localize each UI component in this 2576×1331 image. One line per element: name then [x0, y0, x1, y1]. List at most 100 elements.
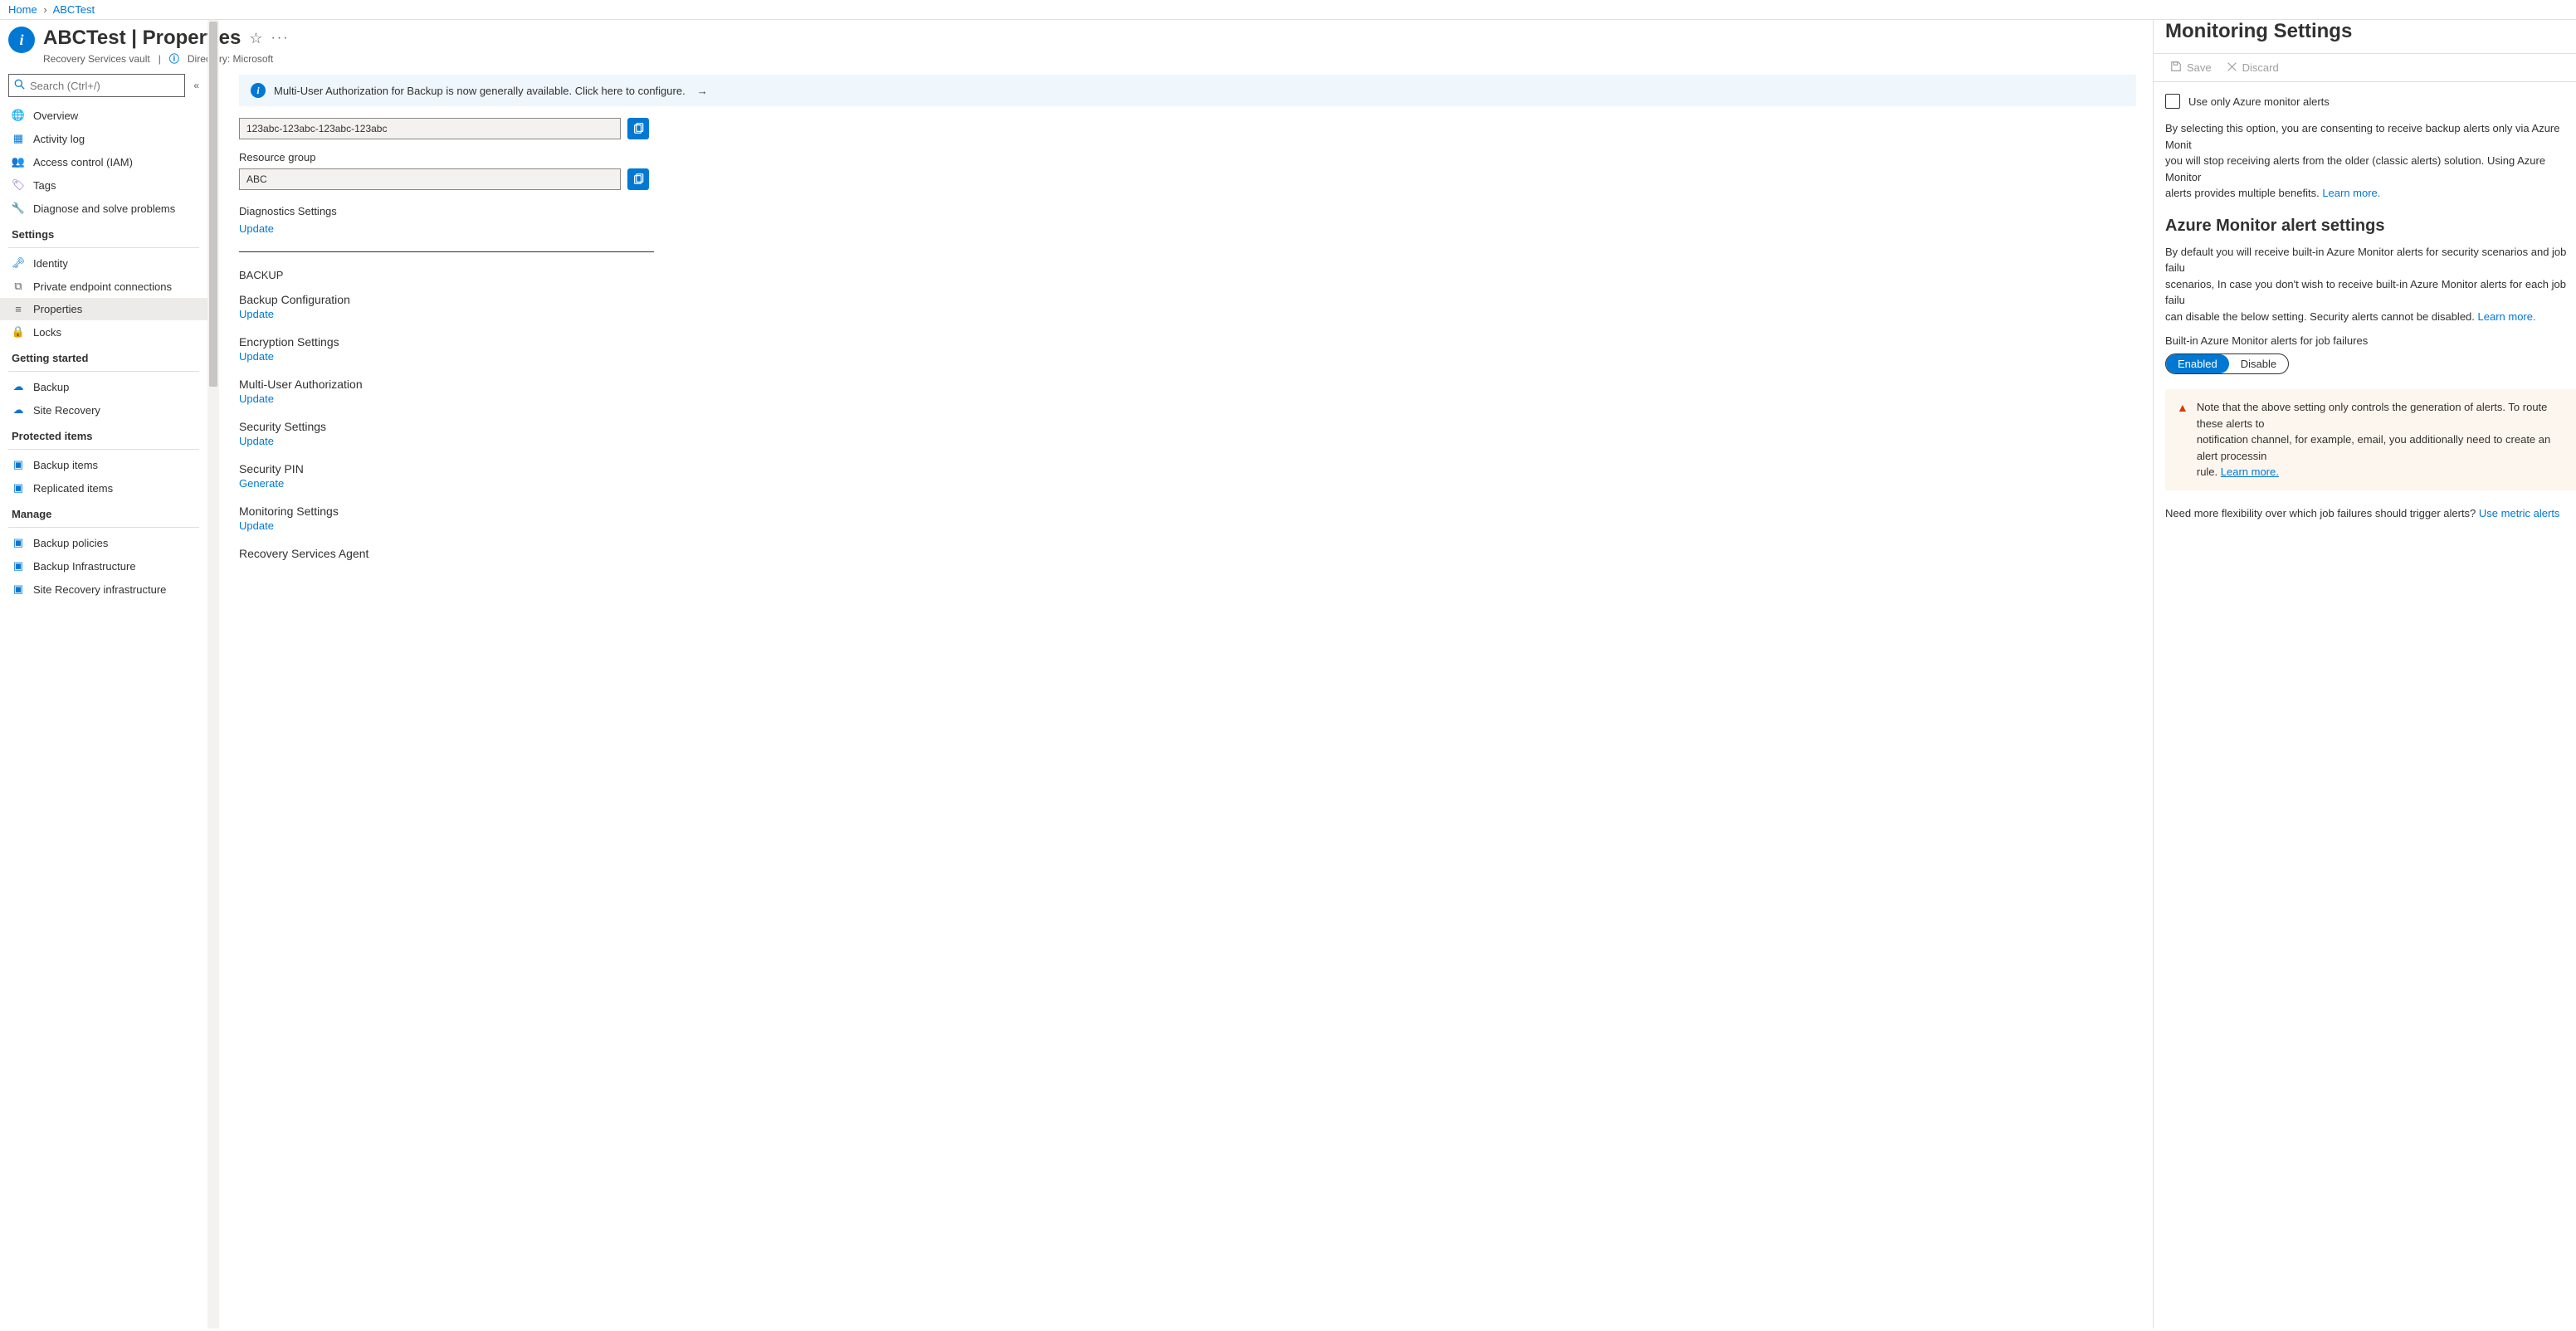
sidebar-item-site-recovery-infrastructure[interactable]: ▣ Site Recovery infrastructure	[0, 578, 207, 601]
save-label: Save	[2187, 61, 2212, 74]
grid-icon: ▣	[12, 559, 25, 573]
endpoint-icon: ⧉	[12, 280, 25, 293]
property-action-link[interactable]: Update	[239, 435, 274, 447]
property-action-link[interactable]: Generate	[239, 477, 284, 490]
checkbox-label: Use only Azure monitor alerts	[2188, 95, 2330, 108]
divider: |	[159, 53, 161, 65]
toggle-disable[interactable]: Disable	[2229, 354, 2288, 373]
use-only-azure-monitor-checkbox[interactable]	[2165, 94, 2180, 109]
property-block-multi-user-authorization: Multi-User AuthorizationUpdate	[239, 378, 2136, 405]
property-block-security-settings: Security Settings Update	[239, 420, 2136, 447]
property-label: Encryption Settings	[239, 335, 2136, 349]
learn-more-link-3[interactable]: Learn more.	[2221, 466, 2279, 478]
sidebar-item-activity-log[interactable]: ▦Activity log	[0, 127, 207, 150]
search-field[interactable]	[30, 80, 179, 92]
sidebar-item-backup-infrastructure[interactable]: ▣ Backup Infrastructure	[0, 554, 207, 578]
collapse-sidebar-icon[interactable]: «	[193, 80, 199, 91]
resource-group-label: Resource group	[239, 151, 2136, 163]
breadcrumb-current[interactable]: ABCTest	[53, 3, 95, 16]
flexibility-text: Need more flexibility over which job fai…	[2165, 505, 2576, 522]
property-action-link[interactable]: Update	[239, 392, 274, 405]
learn-more-link-2[interactable]: Learn more.	[2478, 310, 2536, 323]
divider	[8, 371, 199, 372]
sidebar-item-label: Site Recovery infrastructure	[33, 583, 166, 596]
sidebar-item-locks[interactable]: 🔒Locks	[0, 320, 207, 344]
sidebar-item-replicated-items[interactable]: ▣ Replicated items	[0, 476, 207, 500]
cloud-icon: ☁	[12, 403, 25, 417]
globe-icon: 🌐	[12, 109, 25, 122]
monitoring-settings-panel: Monitoring Settings Save Discard Use onl…	[2153, 20, 2576, 1329]
resource-id-field[interactable]: 123abc-123abc-123abc-123abc	[239, 118, 621, 139]
sidebar-item-backup-items[interactable]: ▣Backup items	[0, 453, 207, 476]
sidebar-item-tags[interactable]: 🏷 Tags	[0, 173, 207, 197]
grid-icon: ▣	[12, 458, 25, 471]
chevron-right-icon: ›	[43, 3, 46, 16]
backup-section-title: BACKUP	[239, 269, 2136, 281]
panel-description: By selecting this option, you are consen…	[2165, 120, 2576, 202]
props-icon: ≡	[12, 303, 25, 315]
sidebar-item-backup-policies[interactable]: ▣ Backup policies	[0, 531, 207, 554]
breadcrumb-home[interactable]: Home	[8, 3, 37, 16]
toggle-enabled[interactable]: Enabled	[2166, 354, 2229, 373]
sidebar-item-label: Private endpoint connections	[33, 280, 172, 293]
diagnostics-update-link[interactable]: Update	[239, 222, 274, 235]
property-block-recovery-services-agent: Recovery Services Agent	[239, 547, 2136, 560]
azure-monitor-description: By default you will receive built-in Azu…	[2165, 244, 2576, 325]
sidebar-item-label: Access control (IAM)	[33, 156, 133, 168]
property-label: Backup Configuration	[239, 293, 2136, 306]
info-icon[interactable]: ⓘ	[169, 51, 179, 66]
job-failures-toggle[interactable]: Enabled Disable	[2165, 353, 2289, 374]
sidebar-item-label: Replicated items	[33, 482, 113, 495]
learn-more-link[interactable]: Learn more.	[2322, 187, 2380, 199]
warning-icon: ▲	[2177, 399, 2188, 480]
copy-id-button[interactable]	[627, 118, 649, 139]
sidebar-group-settings: Settings	[0, 220, 207, 244]
property-block-monitoring-settings: Monitoring SettingsUpdate	[239, 505, 2136, 532]
search-input[interactable]	[8, 74, 185, 97]
lock-icon: 🔒	[12, 325, 25, 339]
sidebar-item-access-control-iam-[interactable]: 👥Access control (IAM)	[0, 150, 207, 173]
job-failures-toggle-label: Built-in Azure Monitor alerts for job fa…	[2165, 334, 2576, 347]
sidebar-item-identity[interactable]: 🗝Identity	[0, 251, 207, 275]
sidebar-item-label: Backup Infrastructure	[33, 560, 136, 573]
sidebar-item-label: Properties	[33, 303, 82, 315]
discard-button[interactable]: Discard	[2227, 61, 2279, 75]
sidebar-group-getting-started: Getting started	[0, 344, 207, 368]
sidebar: 🌐 Overview ▦Activity log👥Access control (I…	[0, 104, 207, 1329]
sidebar-item-label: Tags	[33, 179, 56, 192]
wrench-icon: 🔧	[12, 202, 25, 215]
grid-icon: ▣	[12, 536, 25, 549]
property-action-link[interactable]: Update	[239, 519, 274, 532]
sidebar-item-overview[interactable]: 🌐 Overview	[0, 104, 207, 127]
property-block-encryption-settings: Encryption SettingsUpdate	[239, 335, 2136, 363]
grid-icon: ▣	[12, 583, 25, 596]
sidebar-item-properties[interactable]: ≡ Properties	[0, 298, 207, 320]
copy-rg-button[interactable]	[627, 168, 649, 190]
property-label: Recovery Services Agent	[239, 547, 2136, 560]
resource-group-field[interactable]: ABC	[239, 168, 621, 190]
property-label: Security PIN	[239, 462, 2136, 475]
divider	[8, 449, 199, 450]
sidebar-group-manage: Manage	[0, 500, 207, 524]
property-action-link[interactable]: Update	[239, 350, 274, 363]
sidebar-item-label: Overview	[33, 110, 78, 122]
info-banner[interactable]: i Multi-User Authorization for Backup is…	[239, 75, 2136, 106]
property-label: Security Settings	[239, 420, 2136, 433]
sidebar-item-diagnose-and-solve-problems[interactable]: 🔧Diagnose and solve problems	[0, 197, 207, 220]
save-button[interactable]: Save	[2170, 61, 2212, 75]
sidebar-item-label: Backup policies	[33, 537, 108, 549]
warning-note: ▲ Note that the above setting only contr…	[2165, 389, 2576, 490]
sidebar-item-private-endpoint-connections[interactable]: ⧉ Private endpoint connections	[0, 275, 207, 298]
key-icon: 🗝	[12, 256, 25, 270]
grid-icon: ▣	[12, 481, 25, 495]
resource-type: Recovery Services vault	[43, 53, 150, 65]
sidebar-item-backup[interactable]: ☁Backup	[0, 375, 207, 398]
log-icon: ▦	[12, 132, 25, 145]
use-metric-alerts-link[interactable]: Use metric alerts	[2479, 507, 2560, 519]
save-icon	[2170, 61, 2182, 75]
tag-icon: 🏷	[12, 178, 25, 192]
cloud-icon: ☁	[12, 380, 25, 393]
sidebar-item-site-recovery[interactable]: ☁Site Recovery	[0, 398, 207, 422]
property-action-link[interactable]: Update	[239, 308, 274, 320]
arrow-right-icon: →	[697, 85, 708, 97]
